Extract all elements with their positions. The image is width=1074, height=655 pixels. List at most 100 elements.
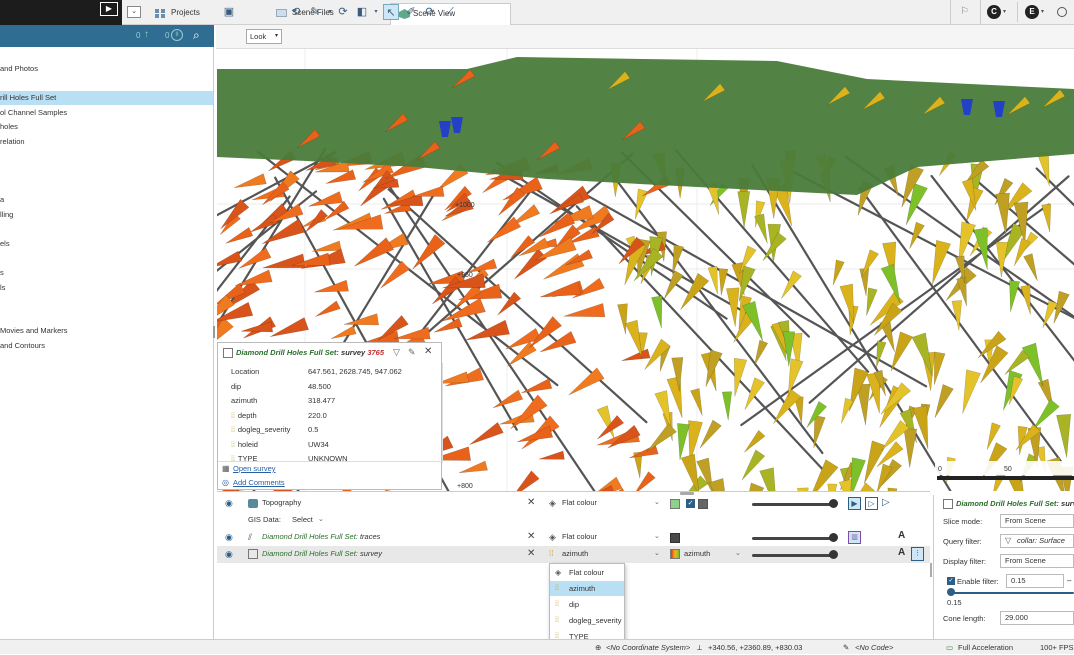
- dropdown-item-flat-colour[interactable]: ◈ Flat colour: [550, 565, 624, 580]
- cloud-account-icon[interactable]: C: [987, 5, 1001, 19]
- view-icon[interactable]: ▣: [221, 4, 237, 20]
- attribute-icon: ⁞⁞: [231, 412, 235, 420]
- opacity-slider[interactable]: [752, 554, 834, 557]
- checkbox-icon[interactable]: ✓: [686, 499, 695, 508]
- tree-item[interactable]: and Contours: [0, 339, 45, 353]
- slider-knob[interactable]: [829, 550, 838, 559]
- filter-icon[interactable]: ▽: [393, 347, 400, 358]
- minus-icon[interactable]: –: [1067, 576, 1071, 585]
- slider-knob[interactable]: [829, 499, 838, 508]
- play-icon[interactable]: ▶: [848, 497, 861, 510]
- code-label[interactable]: <No Code>: [855, 640, 893, 655]
- dropdown-item-azimuth[interactable]: ⁞⁞ azimuth: [550, 581, 624, 596]
- splitter-handle[interactable]: [213, 326, 215, 338]
- chevron-down-icon[interactable]: ⌄: [127, 6, 141, 18]
- user-icon[interactable]: [1057, 7, 1067, 17]
- status-bar: ⊕ <No Coordinate System> ⟂ +340.56, +236…: [0, 639, 1074, 654]
- popup-title: Diamond Drill Holes Full Set: survey 376…: [236, 348, 384, 357]
- popup-scrollbar[interactable]: [442, 363, 443, 463]
- select-pointer-icon[interactable]: ↖: [383, 4, 399, 20]
- tree-item[interactable]: lling: [0, 208, 13, 222]
- label-icon[interactable]: A: [898, 547, 905, 558]
- coordinate-system[interactable]: <No Coordinate System>: [606, 640, 690, 655]
- move-icon[interactable]: ⟳: [422, 4, 438, 20]
- tree-item[interactable]: holes: [0, 120, 18, 134]
- look-dropdown[interactable]: Look ▾: [246, 29, 282, 44]
- step-icon[interactable]: ▷: [865, 497, 878, 510]
- tree-item[interactable]: ls: [0, 281, 5, 295]
- label-icon[interactable]: A: [898, 530, 905, 541]
- draw-icon[interactable]: ✐: [403, 4, 419, 20]
- refresh-icon[interactable]: ⟳: [335, 4, 351, 20]
- query-filter-select[interactable]: ▽ collar: Surface: [1000, 534, 1074, 548]
- chevron-down-icon[interactable]: ⌄: [735, 549, 741, 557]
- filter-slider[interactable]: [951, 592, 1074, 594]
- colour-swatch[interactable]: [698, 499, 708, 509]
- dropdown-item-dogleg-severity[interactable]: ⁞⁞ dogleg_severity: [550, 613, 624, 628]
- opacity-slider[interactable]: [752, 537, 834, 540]
- pen-icon[interactable]: ✎: [307, 4, 323, 20]
- search-icon[interactable]: ⌕: [193, 28, 200, 43]
- tree-item[interactable]: and Photos: [0, 62, 38, 76]
- close-icon[interactable]: ✕: [527, 531, 535, 542]
- gis-select[interactable]: Select: [292, 512, 313, 528]
- enable-filter-checkbox[interactable]: ✓: [947, 577, 955, 585]
- splitter-handle[interactable]: [680, 492, 694, 495]
- divider: [218, 461, 442, 462]
- eye-icon[interactable]: ◉: [225, 549, 233, 560]
- play-icon[interactable]: ▶: [100, 2, 118, 16]
- add-comments-link[interactable]: Add Comments: [233, 478, 285, 487]
- eye-icon[interactable]: ◉: [225, 532, 233, 543]
- pause-icon[interactable]: II: [171, 29, 183, 41]
- chevron-down-icon[interactable]: ▾: [1041, 8, 1044, 15]
- tree-item-selected[interactable]: rill Holes Full Set: [0, 91, 213, 105]
- colour-mode[interactable]: Flat colour: [562, 495, 597, 511]
- scrollbar[interactable]: [930, 563, 932, 577]
- trace-display-icon[interactable]: ▥: [848, 531, 861, 544]
- edit-icon[interactable]: ✎: [408, 347, 416, 358]
- chevron-down-icon[interactable]: ▾: [368, 4, 384, 20]
- open-survey-link[interactable]: Open survey: [233, 464, 276, 473]
- measure-icon[interactable]: ⟋: [442, 4, 458, 20]
- chevron-down-icon[interactable]: ▾: [1003, 8, 1006, 15]
- eye-icon[interactable]: ◉: [225, 498, 233, 509]
- legend-label: azimuth: [684, 549, 711, 558]
- colour-gradient-swatch[interactable]: [670, 549, 680, 559]
- traces-icon: ⫽: [248, 532, 253, 542]
- tab-label: Projects: [171, 8, 200, 17]
- display-filter-select[interactable]: From Scene: [1000, 554, 1074, 568]
- tree-item[interactable]: ol Channel Samples: [0, 106, 67, 120]
- slider-knob[interactable]: [947, 588, 955, 596]
- look-label: Look: [250, 32, 267, 41]
- tree-item[interactable]: Movies and Markers: [0, 324, 68, 338]
- colour-swatch[interactable]: [670, 499, 680, 509]
- flag-icon[interactable]: ⚐: [960, 6, 969, 17]
- rotate-icon[interactable]: ⟲: [288, 4, 304, 20]
- close-icon[interactable]: ✕: [424, 346, 432, 357]
- chevron-down-icon[interactable]: ⌄: [318, 515, 324, 523]
- tree-item[interactable]: s: [0, 266, 4, 280]
- slider-knob[interactable]: [829, 533, 838, 542]
- cone-length-input[interactable]: 29.000: [1000, 611, 1074, 625]
- tree-item[interactable]: relation: [0, 135, 25, 149]
- tree-item[interactable]: els: [0, 237, 10, 251]
- play-outline-icon[interactable]: ▷: [882, 497, 890, 508]
- colour-swatch[interactable]: [670, 533, 680, 543]
- chevron-down-icon[interactable]: ⌄: [654, 498, 660, 506]
- opacity-slider[interactable]: [752, 503, 834, 506]
- slice-mode-select[interactable]: From Scene: [1000, 514, 1074, 528]
- colour-mode[interactable]: azimuth: [562, 546, 588, 562]
- enable-filter-input[interactable]: 0.15: [1006, 574, 1064, 588]
- chevron-down-icon[interactable]: ⌄: [654, 532, 660, 540]
- close-icon[interactable]: ✕: [527, 497, 535, 508]
- arrow-up-icon[interactable]: ↑: [144, 29, 149, 40]
- properties-icon[interactable]: ⋮: [911, 547, 924, 561]
- chevron-down-icon[interactable]: ⌄: [654, 549, 660, 557]
- info-row-label: ⁞⁞ depth: [231, 410, 257, 420]
- user-avatar-icon[interactable]: E: [1025, 5, 1039, 19]
- colour-mode[interactable]: Flat colour: [562, 529, 597, 545]
- tree-item[interactable]: a: [0, 193, 4, 207]
- tab-projects[interactable]: Projects: [155, 3, 255, 25]
- dropdown-item-dip[interactable]: ⁞⁞ dip: [550, 597, 624, 612]
- close-icon[interactable]: ✕: [527, 548, 535, 559]
